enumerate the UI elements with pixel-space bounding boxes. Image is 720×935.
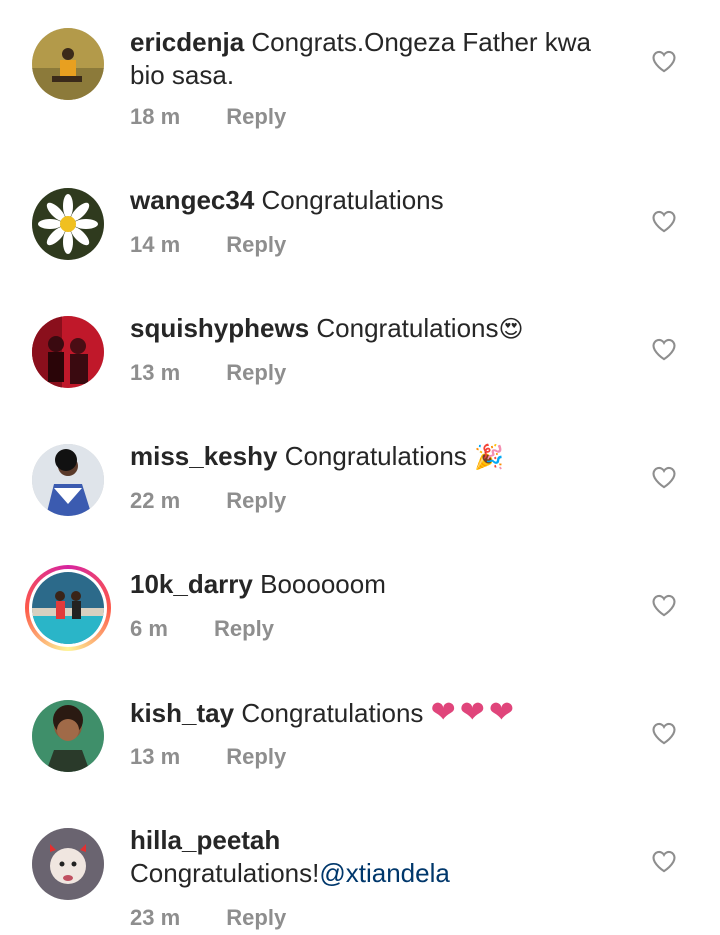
- comment-username[interactable]: 10k_darry: [130, 569, 253, 599]
- comment-text: Boooooom: [260, 569, 386, 599]
- like-heart-icon[interactable]: [650, 847, 678, 873]
- comment-time: 23 m: [130, 905, 181, 930]
- comment-time: 13 m: [130, 360, 181, 385]
- like-heart-icon[interactable]: [650, 47, 678, 73]
- comment-time: 13 m: [130, 744, 181, 769]
- comment-meta: 6 m Reply: [130, 616, 274, 642]
- comment-text: Congratulations: [316, 313, 499, 343]
- avatar-with-story-ring[interactable]: [25, 565, 111, 651]
- emoji-party-popper: 🎉: [474, 444, 504, 471]
- comment-body: wangec34 Congratulations: [130, 184, 610, 217]
- comment-meta: 23 m Reply: [130, 905, 286, 931]
- comment-time: 6 m: [130, 616, 168, 641]
- comment-text: Congratulations: [261, 185, 444, 215]
- comment-body: ericdenja Congrats.Ongeza Father kwa bio…: [130, 26, 610, 92]
- comment-body: 10k_darry Boooooom: [130, 568, 610, 601]
- comment-time: 18 m: [130, 104, 181, 129]
- comment-meta: 22 m Reply: [130, 488, 286, 514]
- reply-button[interactable]: Reply: [214, 616, 274, 642]
- emoji-hearts: ❤❤❤: [430, 696, 519, 729]
- story-ring-gap: [29, 569, 107, 647]
- comment-meta: 13 m Reply: [130, 744, 286, 770]
- reply-button[interactable]: Reply: [226, 488, 286, 514]
- comment-text: Congratulations: [284, 441, 475, 471]
- comment-username[interactable]: wangec34: [130, 185, 254, 215]
- mention-link[interactable]: @xtiandela: [319, 858, 449, 888]
- emoji-heart-eyes: 😍: [498, 316, 524, 343]
- reply-button[interactable]: Reply: [226, 232, 286, 258]
- reply-button[interactable]: Reply: [226, 104, 286, 130]
- comment-body: squishyphews Congratulations😍: [130, 312, 610, 346]
- comment-username[interactable]: ericdenja: [130, 27, 244, 57]
- reply-button[interactable]: Reply: [226, 905, 286, 931]
- comment-meta: 18 m Reply: [130, 104, 286, 130]
- avatar[interactable]: [32, 188, 104, 260]
- comment-body: miss_keshy Congratulations 🎉: [130, 440, 610, 474]
- like-heart-icon[interactable]: [650, 719, 678, 745]
- reply-button[interactable]: Reply: [226, 744, 286, 770]
- like-heart-icon[interactable]: [650, 591, 678, 617]
- comment-username[interactable]: hilla_peetah: [130, 825, 280, 855]
- avatar-image: [32, 572, 104, 644]
- comment-meta: 13 m Reply: [130, 360, 286, 386]
- reply-button[interactable]: Reply: [226, 360, 286, 386]
- story-ring: [25, 565, 111, 651]
- comment-text: Congratulations!: [130, 858, 320, 888]
- avatar[interactable]: [32, 700, 104, 772]
- comment-text: Congratulations: [241, 698, 431, 728]
- comment-username[interactable]: miss_keshy: [130, 441, 277, 471]
- comment-username[interactable]: kish_tay: [130, 698, 234, 728]
- like-heart-icon[interactable]: [650, 463, 678, 489]
- comment-username[interactable]: squishyphews: [130, 313, 309, 343]
- avatar[interactable]: [32, 316, 104, 388]
- avatar[interactable]: [32, 828, 104, 900]
- comment-time: 22 m: [130, 488, 181, 513]
- comment-meta: 14 m Reply: [130, 232, 286, 258]
- like-heart-icon[interactable]: [650, 207, 678, 233]
- avatar[interactable]: [32, 444, 104, 516]
- like-heart-icon[interactable]: [650, 335, 678, 361]
- avatar[interactable]: [32, 28, 104, 100]
- comment-body: hilla_peetah Congratulations!@xtiandela: [130, 824, 610, 890]
- comment-body: kish_tay Congratulations ❤❤❤: [130, 696, 610, 730]
- comment-time: 14 m: [130, 232, 181, 257]
